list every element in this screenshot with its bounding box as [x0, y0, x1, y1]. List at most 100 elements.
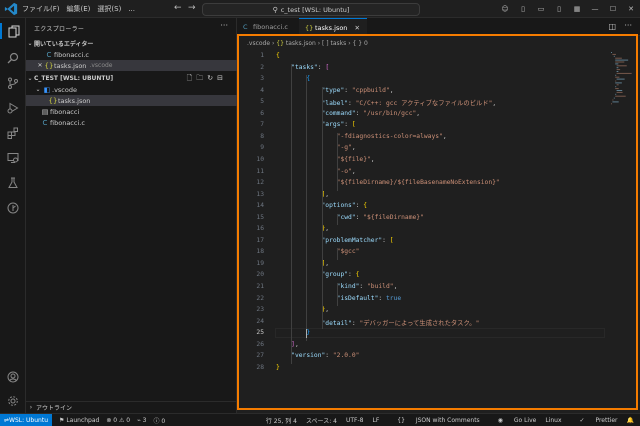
line-number: 2 [260, 63, 264, 71]
minimap-line [616, 84, 619, 86]
indentation[interactable]: スペース: 4 [306, 416, 337, 425]
tree-item-label: tasks.json [58, 96, 91, 105]
line-number: 19 [256, 259, 264, 267]
customize-layout-icon[interactable]: ▦ [568, 5, 586, 13]
minimap-line [616, 91, 623, 93]
go-live-button[interactable]: ◉ Go Live [489, 417, 537, 424]
close-window-button[interactable]: ✕ [622, 5, 640, 13]
language-label: JSON with Comments [415, 417, 480, 424]
minimap[interactable] [609, 50, 635, 130]
nav-back-icon[interactable]: ← [174, 3, 182, 13]
prettier-item[interactable]: ✓ Prettier [571, 417, 618, 424]
os-indicator[interactable]: Linux [545, 417, 561, 424]
layout-secondary-icon[interactable]: ▯ [550, 5, 568, 13]
explorer-icon[interactable] [0, 23, 26, 39]
minimap-line [612, 99, 614, 101]
info-item[interactable]: ⓘ 0 [153, 416, 165, 425]
close-icon[interactable]: ✕ [36, 62, 44, 69]
line-number: 3 [260, 75, 264, 83]
account-icon[interactable] [5, 369, 21, 385]
maximize-button[interactable]: ☐ [604, 5, 622, 13]
tree-item-tasks-json[interactable]: {} tasks.json [26, 95, 237, 106]
open-editor-item[interactable]: C fibonacci.c [26, 49, 237, 60]
tree-item-label: .vscode [52, 85, 77, 94]
layout-sidebar-icon[interactable]: ▯ [514, 5, 532, 13]
code-line: "${fileDirname}/${fileBasenameNoExtensio… [336, 179, 500, 187]
source-control-icon[interactable] [5, 75, 21, 91]
indent-guide [291, 63, 293, 364]
end-of-line[interactable]: LF [372, 417, 379, 424]
line-number: 10 [256, 155, 264, 163]
menu-selection[interactable]: 選択(S) [97, 4, 121, 14]
vscode-folder-icon: ◧ [43, 85, 51, 94]
tab-fibonacci-c[interactable]: C fibonacci.c [237, 18, 299, 36]
encoding[interactable]: UTF-8 [346, 417, 364, 424]
search-view-icon[interactable] [5, 50, 21, 66]
manage-gear-icon[interactable] [5, 393, 21, 409]
code-editor[interactable]: 1{2 "tasks": [3 {4 "type": "cppbuild", 5 … [237, 50, 640, 400]
chevron-right-icon: › [29, 404, 33, 411]
problems-item[interactable]: ⊗ 0 ⚠ 0 [106, 417, 130, 424]
command-center-search[interactable]: ⚲ c_test [WSL: Ubuntu] [202, 3, 420, 16]
minimap-line [616, 65, 627, 67]
remote-explorer-icon[interactable] [5, 150, 21, 166]
breadcrumb-folder[interactable]: .vscode [247, 40, 270, 47]
git-graph-icon[interactable] [5, 200, 21, 216]
minimap-line [616, 78, 625, 80]
outline-section[interactable]: › アウトライン [26, 401, 237, 413]
workspace-label: C_TEST [WSL: UBUNTU] [34, 75, 114, 82]
more-actions-icon[interactable]: ··· [220, 21, 228, 30]
menu-file[interactable]: ファイル(F) [22, 4, 60, 14]
menu-edit[interactable]: 編集(E) [67, 4, 91, 14]
menu-more[interactable]: ... [128, 5, 135, 13]
line-number: 11 [256, 167, 264, 175]
current-line-highlight [275, 328, 605, 339]
remote-indicator[interactable]: ⇌ WSL: Ubuntu [0, 413, 53, 426]
vscode-window: ファイル(F) 編集(E) 選択(S) ... ← → ⚲ c_test [WS… [0, 0, 640, 426]
minimap-line [616, 67, 619, 69]
minimize-button[interactable]: — [586, 5, 604, 13]
minimap-line [615, 74, 617, 76]
tab-tasks-json[interactable]: {} tasks.json ✕ [299, 18, 367, 36]
tab-bar: C fibonacci.c {} tasks.json ✕ ◫ ··· [237, 18, 640, 36]
minimap-line [615, 61, 625, 63]
editor-more-actions-icon[interactable]: ··· [624, 21, 632, 30]
explorer-title: エクスプローラー [34, 26, 85, 33]
search-label: c_test [WSL: Ubuntu] [280, 5, 350, 14]
line-number: 7 [260, 121, 264, 129]
tree-item-fibonacci[interactable]: ▤ fibonacci [26, 106, 237, 117]
breadcrumb-file[interactable]: tasks.json [286, 40, 316, 47]
line-number: 5 [260, 98, 264, 106]
copilot-icon[interactable]: ☺ [496, 5, 514, 13]
code-line: } [306, 329, 311, 337]
indent-guide [306, 75, 308, 341]
tree-item-fibonacci-c[interactable]: C fibonacci.c [26, 117, 237, 128]
code-line: "problemMatcher": [ [321, 236, 394, 244]
line-number: 14 [256, 202, 264, 210]
editor-area: C fibonacci.c {} tasks.json ✕ ◫ ··· .vsc… [237, 18, 640, 413]
launchpad-item[interactable]: ⚑ Launchpad [59, 417, 99, 424]
breadcrumb-symbol[interactable]: { } 0 [353, 40, 368, 47]
extensions-icon[interactable] [5, 125, 21, 141]
tree-folder-vscode[interactable]: ⌄ ◧ .vscode [26, 84, 237, 95]
breadcrumb-symbol[interactable]: [ ] tasks [322, 40, 346, 47]
language-mode[interactable]: {} JSON with Comments [388, 417, 479, 424]
check-icon: ✓ [579, 417, 587, 424]
nav-forward-icon[interactable]: → [188, 3, 196, 13]
run-debug-icon[interactable] [5, 100, 21, 116]
chevron-down-icon: ⌄ [35, 86, 41, 93]
close-tab-icon[interactable]: ✕ [354, 24, 359, 32]
workspace-section[interactable]: ⌄ C_TEST [WSL: UBUNTU] 🗋 🗀 ↻ ⊟ [26, 73, 237, 84]
ports-item[interactable]: ⌁ 3 [137, 417, 146, 424]
open-editor-item[interactable]: ✕ {} tasks.json .vscode [26, 60, 237, 71]
split-editor-icon[interactable]: ◫ [608, 22, 616, 31]
notifications-bell-icon[interactable]: 🔔 [627, 417, 634, 424]
layout-panel-icon[interactable]: ▭ [532, 5, 550, 13]
code-line: ], [291, 340, 299, 348]
minimap-line [616, 72, 632, 74]
indent-guide [321, 86, 323, 330]
cursor-position[interactable]: 行 25, 列 4 [266, 416, 297, 425]
testing-icon[interactable] [5, 175, 21, 191]
open-editors-section[interactable]: ⌄ 開いているエディター [26, 38, 237, 49]
line-number: 21 [256, 283, 264, 290]
